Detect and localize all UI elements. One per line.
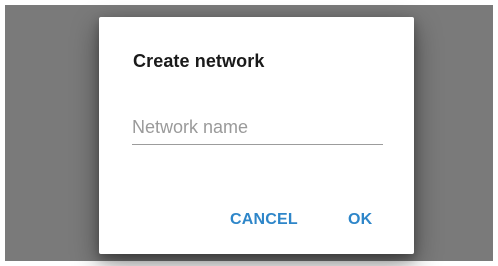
network-name-input[interactable] [132,110,383,144]
cancel-button[interactable]: CANCEL [226,208,302,232]
dialog-title: Create network [133,51,265,71]
network-name-field [132,110,383,145]
screen: Create network CANCEL OK [0,0,498,266]
create-network-dialog: Create network CANCEL OK [99,17,414,254]
ok-button[interactable]: OK [344,208,376,232]
